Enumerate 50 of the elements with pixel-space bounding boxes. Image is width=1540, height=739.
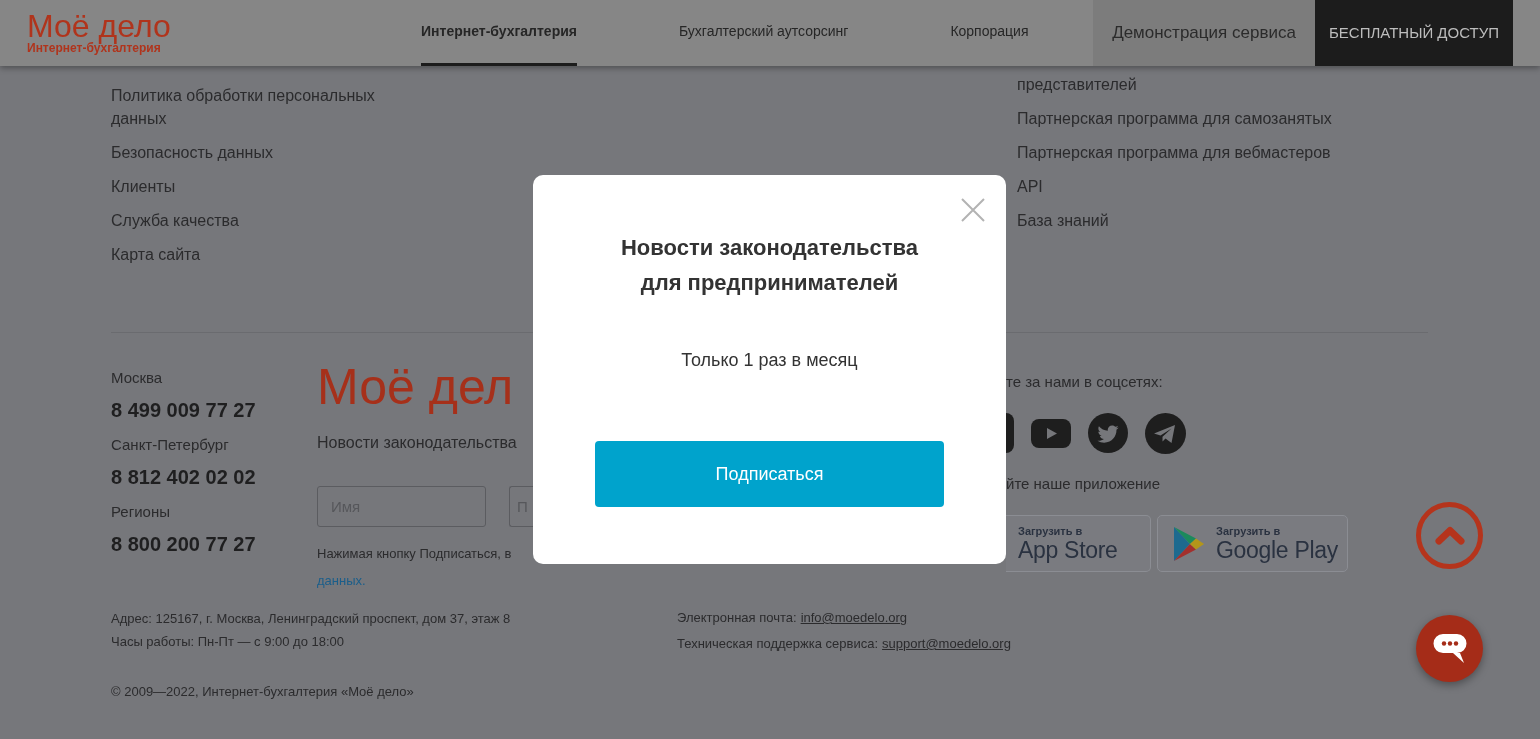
address-text: Адрес: 125167, г. Москва, Ленинградский проспект, дом 37, этаж 8 [111,609,511,628]
scroll-to-top-button[interactable] [1416,502,1483,569]
nav-tab[interactable]: Интернет-бухгалтерия [421,0,577,66]
app-caption: йте наше приложение [1006,474,1161,494]
subscribe-button[interactable]: Подписаться [595,441,944,507]
social-caption: те за нами в соцсетях: [1006,372,1163,392]
footer-link[interactable]: Партнерская программа для самозанятых [1017,107,1332,130]
chat-bubble-icon [1432,633,1467,664]
city-label: Регионы [111,502,170,522]
phone-number: 8 812 402 02 02 [111,465,256,490]
chat-button[interactable] [1416,615,1483,682]
address-text: Часы работы: Пн-Пт — с 9:00 до 18:00 [111,632,345,651]
chevron-up-icon [1434,526,1465,545]
logo-tagline: Интернет-бухгалтерия [27,41,161,55]
social-icon [1006,413,1014,453]
nav-tab[interactable]: Бухгалтерский аутсорсинг [679,0,849,66]
paper-plane-icon [1145,412,1186,454]
dialog-subtitle: Только 1 раз в месяц [681,349,858,372]
footer-link[interactable]: API [1017,175,1043,198]
footer-link[interactable]: Клиенты [111,175,176,198]
email-label: Техническая поддержка сервиса: [677,635,879,653]
city-label: Москва [111,368,163,388]
phone-number: 8 800 200 77 27 [111,532,256,557]
subscribe-heading: Новости законодательства [317,433,517,453]
email-link[interactable]: info@moedelo.org [800,605,908,631]
footer-link[interactable]: Партнерская программа для вебмастеров [1017,141,1331,164]
city-label: Санкт-Петербург [111,435,229,455]
demo-link[interactable]: Демонстрация сервиса [1093,0,1315,66]
bird-icon [1088,413,1128,453]
email-label: Электронная почта: [677,609,797,627]
dialog-title: Новости законодательства для предпринимателей [620,233,919,297]
footer-link[interactable]: Политика обработки персональных данных [111,84,411,130]
footer-link[interactable]: Карта сайта [111,243,201,266]
free-access-button[interactable]: БЕСПЛАТНЫЙ ДОСТУП [1315,0,1513,66]
store-button[interactable]: Загрузить в Google Play [1157,515,1348,572]
phone-number: 8 499 009 77 27 [111,398,256,423]
close-icon [961,198,985,222]
close-button[interactable] [961,198,985,222]
consent-text: Нажимая кнопку Подписаться, в [317,544,512,563]
nav-tab[interactable]: Корпорация [950,0,1029,66]
footer-link[interactable]: представителей [1017,73,1137,96]
email-link[interactable]: support@moedelo.org [882,631,1011,657]
youtube-icon [1031,418,1071,448]
store-button[interactable]: Загрузить в App Store [1006,515,1151,572]
footer-link[interactable]: Безопасность данных [111,141,273,164]
footer-link[interactable]: Служба качества [111,209,239,232]
copyright-text: © 2009—2022, Интернет-бухгалтерия «Моё дело» [111,683,414,701]
footer-logo-text: Моё дел [317,361,514,412]
play-triangle-icon [1172,525,1206,562]
footer-link[interactable]: База знаний [1017,209,1109,232]
